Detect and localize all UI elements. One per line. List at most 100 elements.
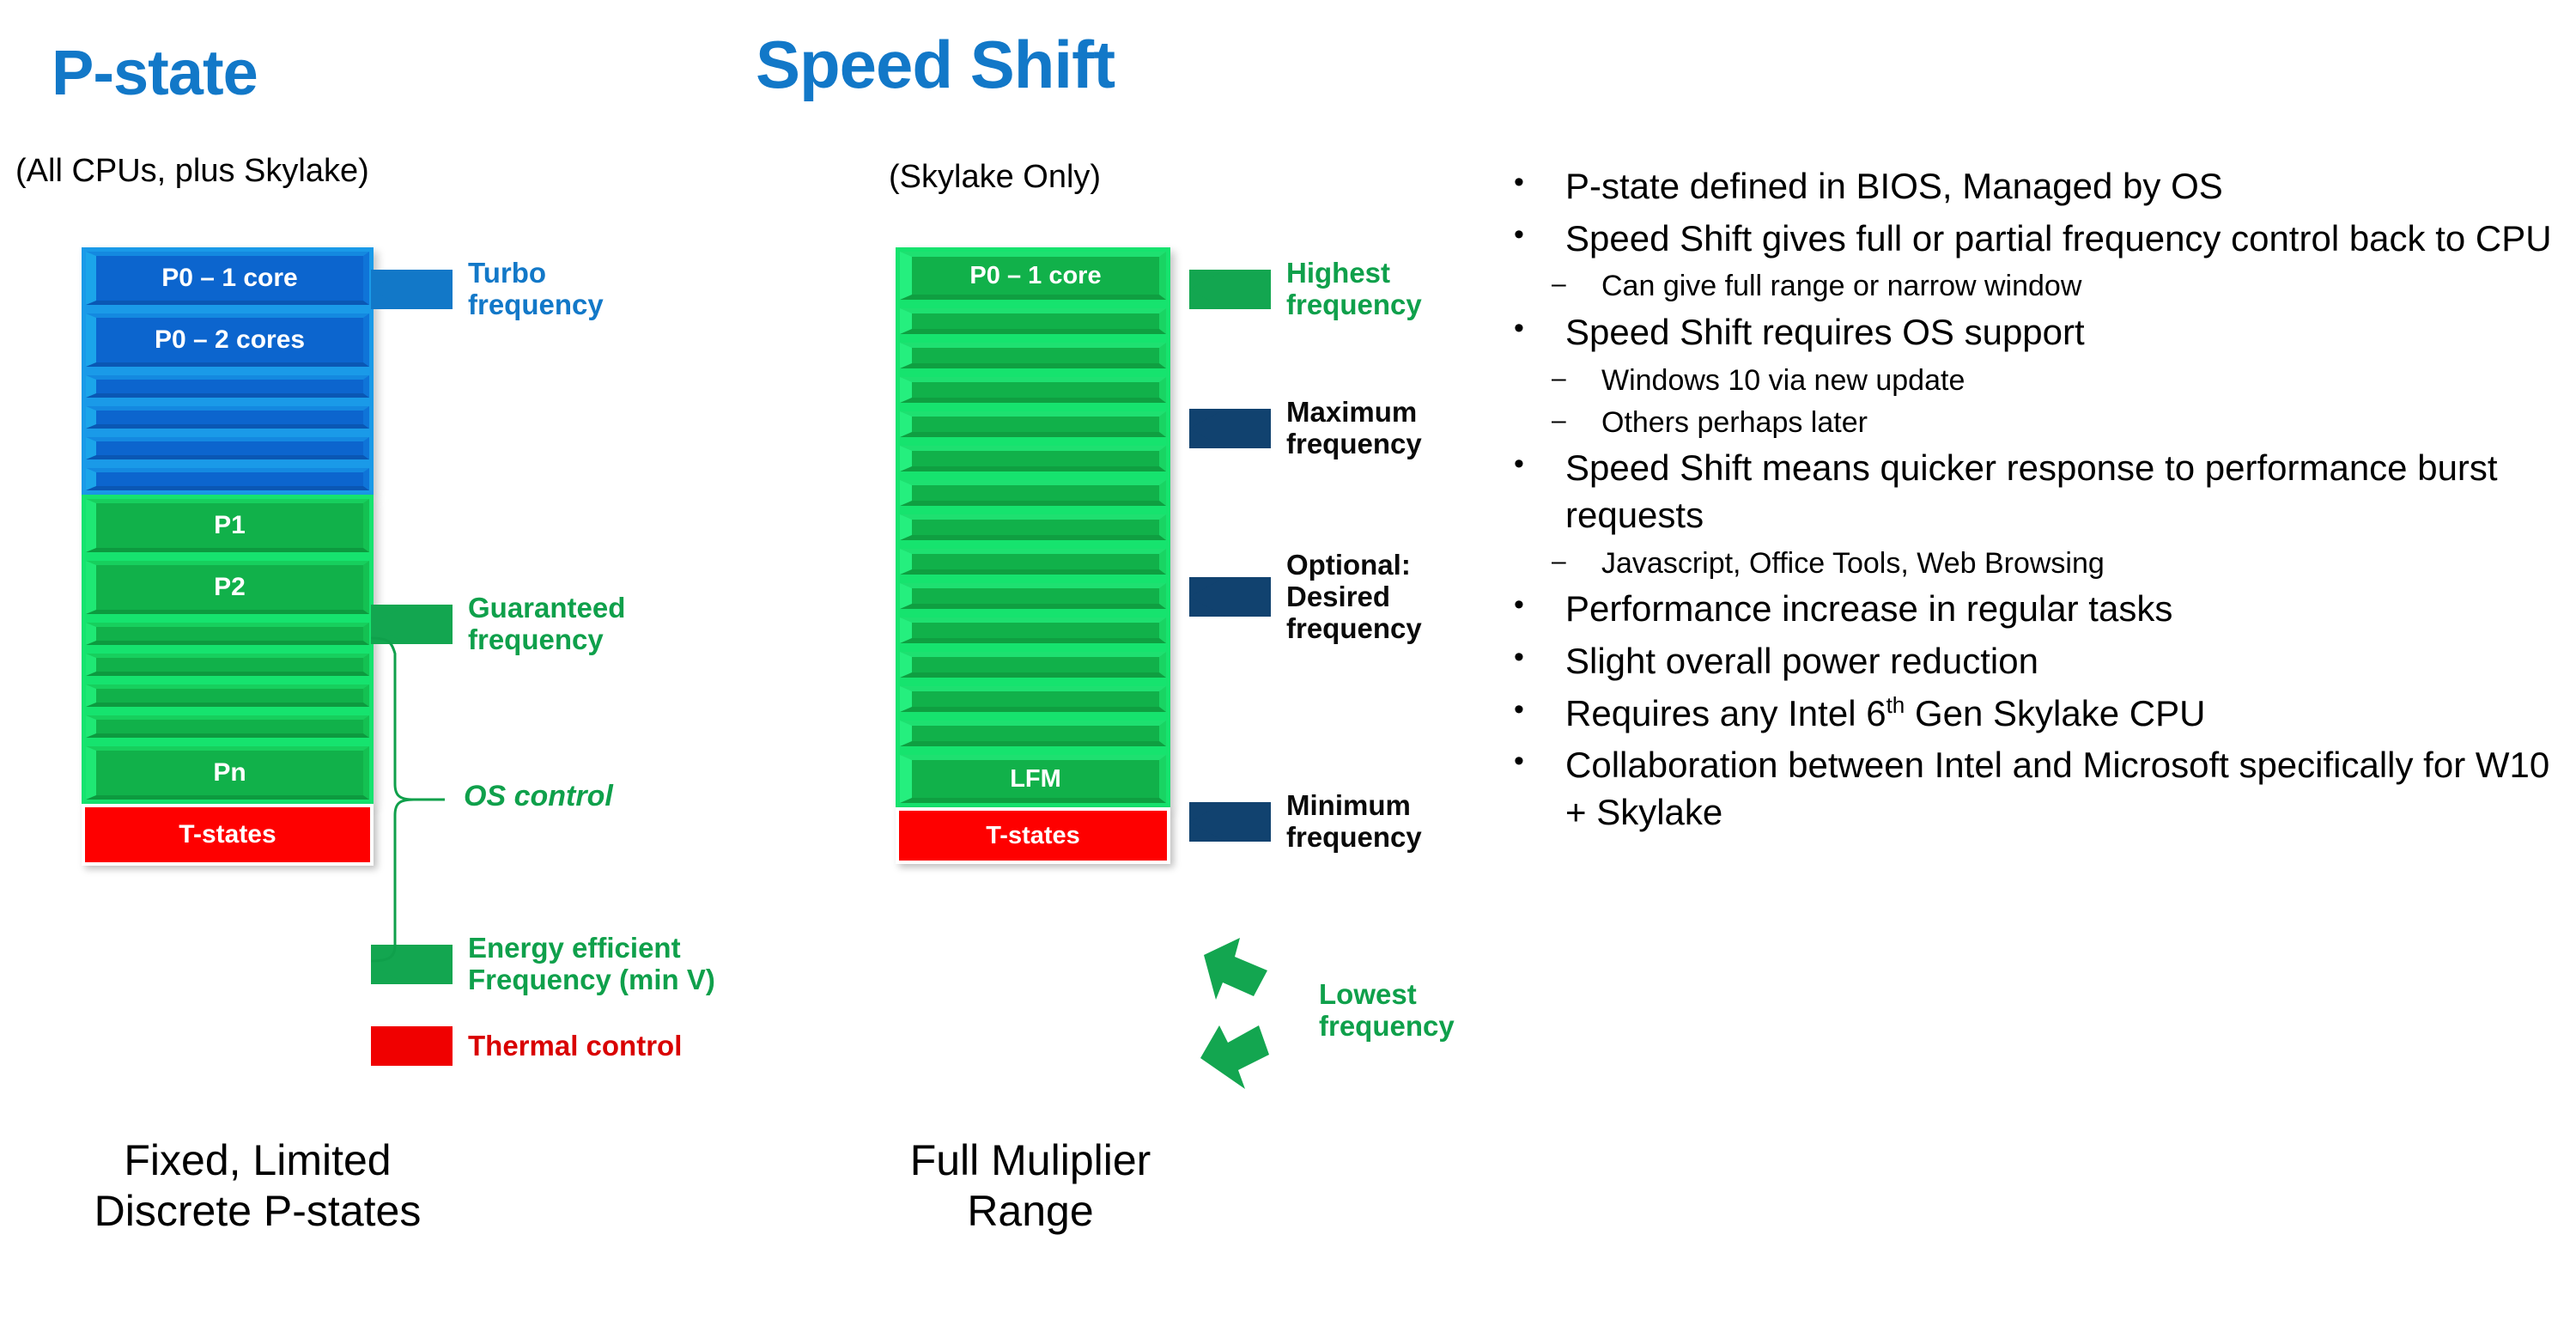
- bullet-marker: •: [1514, 588, 1524, 622]
- annotation-maximum-frequency: Maximum frequency: [1189, 396, 1422, 460]
- bullet-marker: –: [1552, 405, 1566, 435]
- stack-bar-label: Pn: [213, 758, 246, 787]
- bullet-marker: •: [1514, 312, 1524, 345]
- stack-bar: [900, 583, 1166, 609]
- bullet-item-level2: – Can give full range or narrow window: [1507, 267, 2563, 306]
- stack-bar: [86, 406, 369, 429]
- stack-bar: [86, 715, 369, 738]
- stack-bar-labeled: LFM: [900, 755, 1166, 803]
- os-control-label: OS control: [464, 780, 613, 812]
- stack-bar: [86, 468, 369, 490]
- bullet-item-level1: • P-state defined in BIOS, Managed by OS: [1507, 163, 2563, 210]
- arrow-left-icon: [1189, 269, 1271, 309]
- annotation-label: Thermal control: [468, 1029, 683, 1061]
- stack-bar-label: P1: [214, 511, 246, 539]
- bullet-text: Performance increase in regular tasks: [1565, 588, 2173, 630]
- stack-bar-labeled: Pn: [86, 746, 369, 800]
- stack-bar: [900, 686, 1166, 712]
- stack-bar: [86, 654, 369, 676]
- speedshift-subtitle: (Skylake Only): [889, 159, 1102, 195]
- arrow-left-icon: [1189, 577, 1271, 617]
- bullet-list: • P-state defined in BIOS, Managed by OS •…: [1507, 163, 2563, 841]
- bullet-item-level1: • Speed Shift requires OS support: [1507, 309, 2563, 356]
- lowest-frequency-diagonal-arrows-icon: [1200, 938, 1269, 1089]
- stack-bar: [900, 343, 1166, 368]
- annotation-thermal-control: Thermal control: [371, 1026, 682, 1066]
- stack-bar-label: T-states: [986, 821, 1080, 849]
- stack-bar-label: P0 – 2 cores: [154, 325, 306, 354]
- bullet-item-level1: • Collaboration between Intel and Microso…: [1507, 742, 2563, 836]
- speedshift-stack: P0 – 1 core LFM T-states: [896, 247, 1170, 864]
- bullet-item-level1: • Slight overall power reduction: [1507, 638, 2563, 685]
- annotation-lowest-frequency-label: Lowest frequency: [1319, 978, 1455, 1042]
- pstate-caption: Fixed, Limited Discrete P-states: [94, 1136, 422, 1235]
- stack-bar-label: P2: [214, 573, 246, 601]
- stack-bar: [900, 446, 1166, 471]
- stack-bar: [900, 377, 1166, 403]
- stack-bar-label: P0 – 1 core: [969, 261, 1102, 289]
- arrow-left-icon: [371, 269, 453, 309]
- bullet-text: Others perhaps later: [1601, 405, 1868, 439]
- annotation-turbo-frequency: Turbo frequency: [371, 257, 604, 321]
- bullet-text: Requires any Intel 6th Gen Skylake CPU: [1565, 691, 2206, 733]
- annotation-label: Energy efficient Frequency (min V): [468, 932, 715, 995]
- stack-bar: [900, 549, 1166, 575]
- stack-bar: [86, 375, 369, 398]
- speedshift-caption: Full Muliplier Range: [909, 1136, 1151, 1235]
- annotation-label: Guaranteed frequency: [468, 592, 626, 655]
- bullet-text: Collaboration between Intel and Microsof…: [1565, 745, 2550, 832]
- arrow-left-icon: [1189, 801, 1271, 842]
- stack-bar-labeled: P1: [86, 499, 369, 552]
- bullet-marker: –: [1552, 546, 1566, 575]
- annotation-label: Optional: Desired frequency: [1286, 549, 1422, 644]
- stack-bar-labeled: P0 – 1 core: [900, 252, 1166, 300]
- pstate-title: P-state: [52, 37, 258, 108]
- bullet-marker: •: [1514, 641, 1524, 674]
- stack-bar-label: LFM: [1010, 764, 1061, 793]
- os-control-bracket: [370, 636, 445, 963]
- slide-root: P-state (All CPUs, plus Skylake) P0 – 1 …: [0, 0, 2576, 1320]
- bullet-item-level2: – Others perhaps later: [1507, 404, 2563, 442]
- speedshift-title: Speed Shift: [756, 27, 1115, 102]
- stack-bar-labeled: P0 – 1 core: [86, 252, 369, 305]
- annotation-label: Minimum frequency: [1286, 789, 1422, 853]
- stack-bar-labeled: P0 – 2 cores: [86, 313, 369, 367]
- bullet-item-level2: – Javascript, Office Tools, Web Browsing: [1507, 544, 2563, 583]
- bullet-marker: •: [1514, 745, 1524, 778]
- bullet-marker: •: [1514, 166, 1524, 198]
- bullet-text: Windows 10 via new update: [1601, 363, 1965, 397]
- stack-bar: [86, 437, 369, 459]
- annotation-label: Highest frequency: [1286, 257, 1422, 320]
- annotation-highest-frequency: Highest frequency: [1189, 257, 1422, 321]
- bullet-text: Slight overall power reduction: [1565, 641, 2038, 682]
- stack-bar: [86, 623, 369, 645]
- stack-bar: [900, 617, 1166, 643]
- stack-bar-label: T-states: [179, 820, 276, 849]
- bullet-item-level1: • Speed Shift means quicker response to p…: [1507, 445, 2563, 538]
- bullet-marker: –: [1552, 363, 1566, 392]
- stack-bar-labeled: T-states: [82, 804, 374, 866]
- bullet-marker: •: [1514, 692, 1524, 726]
- bullet-text: Speed Shift means quicker response to pe…: [1565, 447, 2498, 535]
- bullet-text: Speed Shift requires OS support: [1565, 312, 2085, 353]
- pstate-subtitle: (All CPUs, plus Skylake): [15, 153, 369, 189]
- stack-bar-labeled: T-states: [896, 807, 1170, 864]
- stack-bar: [900, 721, 1166, 746]
- arrow-left-icon: [1189, 408, 1271, 448]
- bullet-marker: •: [1514, 447, 1524, 481]
- arrow-left-icon: [371, 1026, 453, 1066]
- stack-bar: [900, 480, 1166, 506]
- bullet-marker: –: [1552, 270, 1566, 299]
- stack-bar-label: P0 – 1 core: [161, 264, 298, 292]
- annotation-optional-desired-frequency: Optional: Desired frequency: [1189, 549, 1422, 645]
- pstate-stack: P0 – 1 core P0 – 2 cores P1 P2 Pn T-states: [82, 247, 374, 866]
- bullet-item-level2: – Windows 10 via new update: [1507, 362, 2563, 400]
- bullet-text: Speed Shift gives full or partial freque…: [1565, 217, 2552, 259]
- bullet-item-level1: • Speed Shift gives full or partial frequ…: [1507, 216, 2563, 263]
- stack-bar: [86, 684, 369, 707]
- bullet-item-level1: • Requires any Intel 6th Gen Skylake CPU: [1507, 690, 2563, 738]
- bullet-text: Javascript, Office Tools, Web Browsing: [1601, 546, 2105, 580]
- annotation-label: Turbo frequency: [468, 257, 604, 320]
- bullet-text: P-state defined in BIOS, Managed by OS: [1565, 166, 2223, 206]
- annotation-minimum-frequency: Minimum frequency: [1189, 789, 1422, 854]
